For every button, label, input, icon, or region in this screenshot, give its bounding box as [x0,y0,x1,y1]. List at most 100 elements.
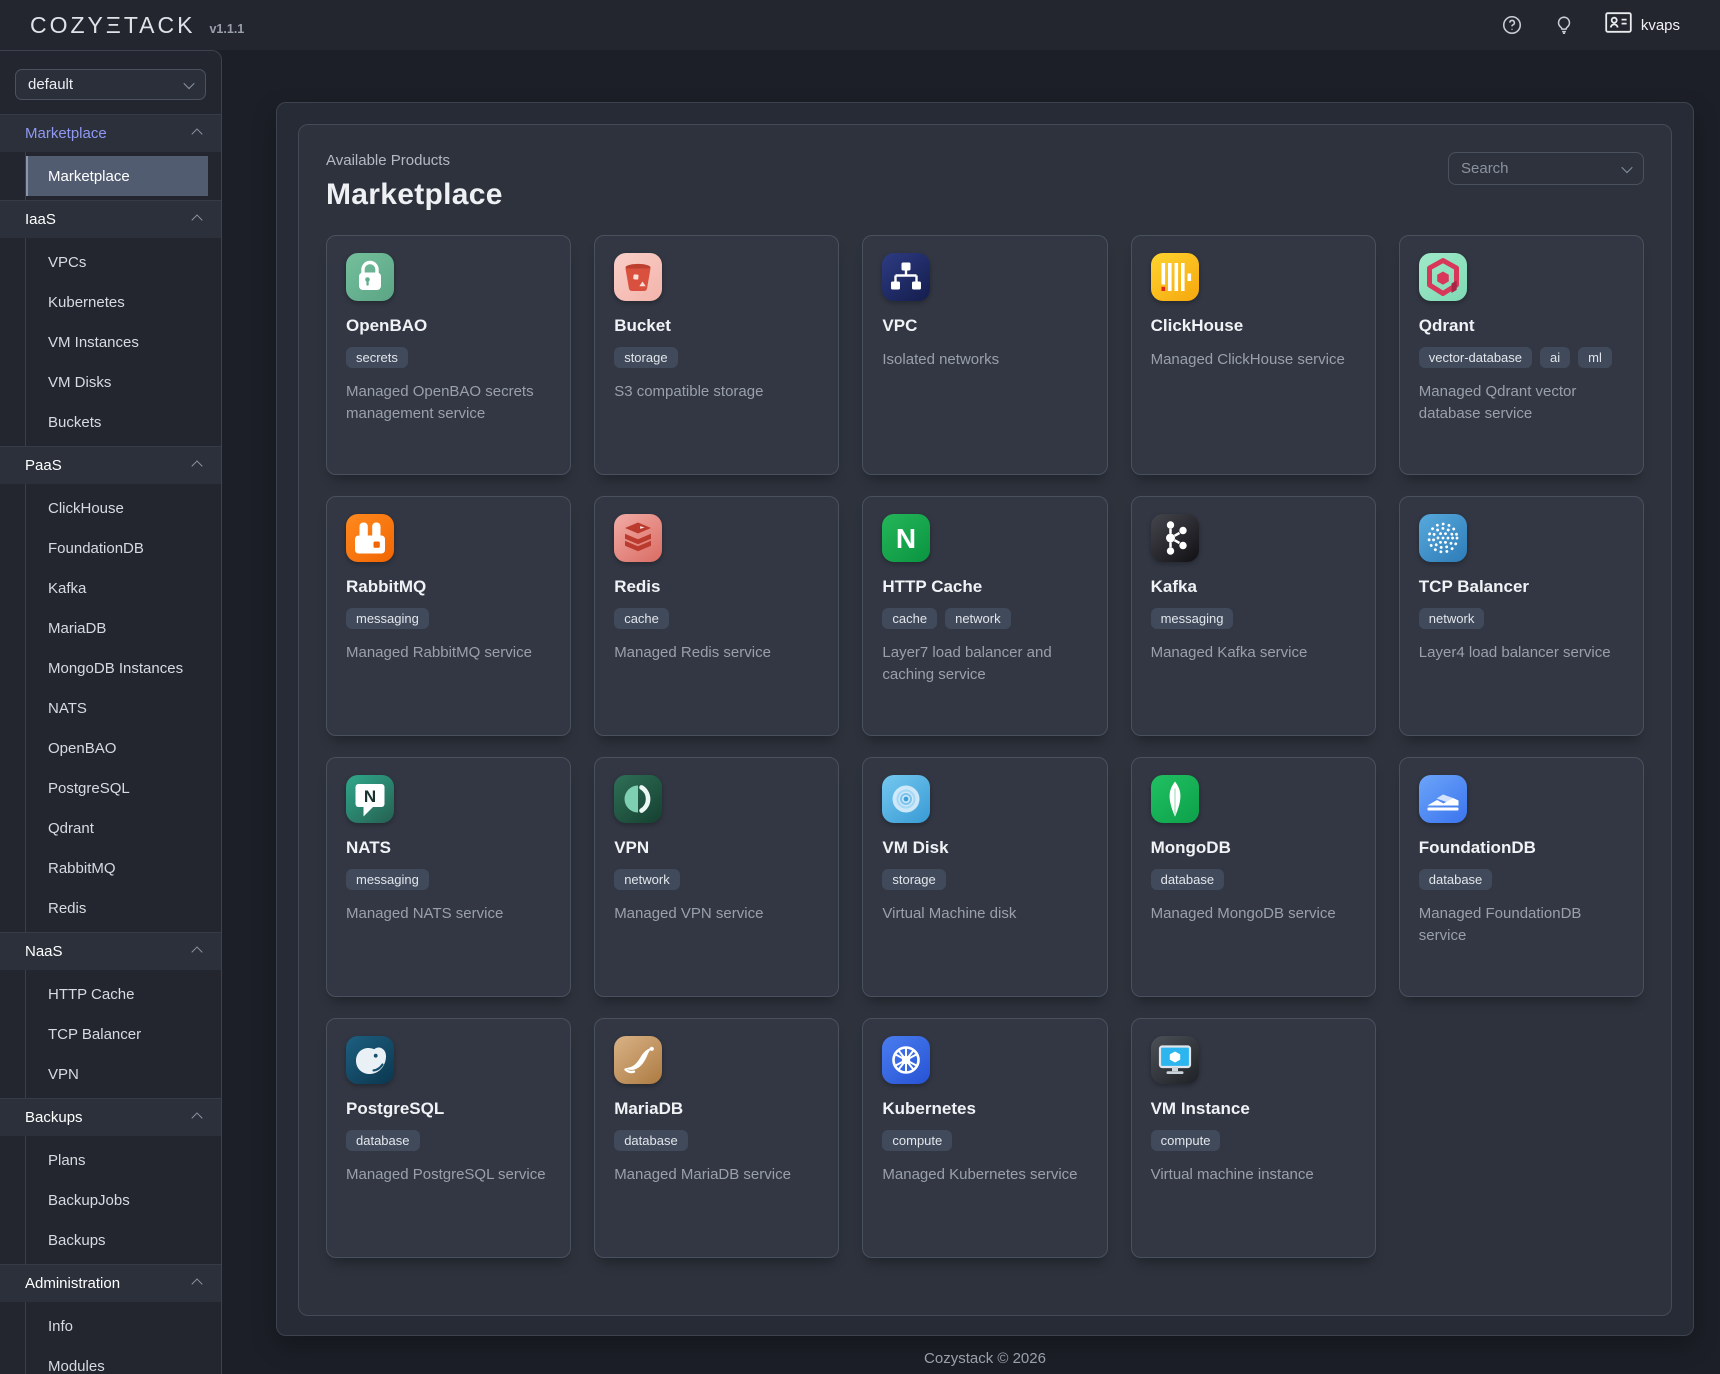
sidebar-item-qdrant[interactable]: Qdrant [25,808,208,848]
namespace-select[interactable]: default [15,69,206,100]
tag-badge: network [614,869,680,890]
product-card-mongodb[interactable]: MongoDB database Managed MongoDB service [1131,757,1376,997]
search-box[interactable] [1448,152,1644,185]
product-description: Managed FoundationDB service [1419,903,1624,947]
product-tags: cachenetwork [882,608,1087,629]
tag-badge: database [1151,869,1225,890]
product-description: Layer4 load balancer service [1419,642,1624,664]
sidebar-item-label: OpenBAO [48,740,116,757]
sidebar-item-kubernetes[interactable]: Kubernetes [25,282,208,322]
sidebar-section-naas[interactable]: NaaS [0,932,221,970]
kafka-icon [1151,514,1199,562]
product-description: Managed MariaDB service [614,1164,819,1186]
help-icon[interactable] [1501,14,1523,36]
sidebar-item-backupjobs[interactable]: BackupJobs [25,1180,208,1220]
sidebar-item-postgresql[interactable]: PostgreSQL [25,768,208,808]
sidebar-group: Plans BackupJobs Backups [25,1136,221,1264]
sidebar-item-redis[interactable]: Redis [25,888,208,928]
sidebar-item-label: Redis [48,900,86,917]
sidebar-item-vm-instances[interactable]: VM Instances [25,322,208,362]
sidebar-section-label: Administration [25,1275,120,1292]
product-tags: compute [1151,1130,1356,1151]
product-card-openbao[interactable]: OpenBAO secrets Managed OpenBAO secrets … [326,235,571,475]
main-area: Available Products Marketplace OpenBAO s… [222,50,1720,1367]
tag-badge: database [346,1130,420,1151]
app-logo: COZYΞTACK [30,12,195,39]
sidebar-nav: Marketplace Marketplace IaaS VPCs Kubern… [0,114,221,1374]
kubernetes-helm-icon [882,1036,930,1084]
sidebar-item-rabbitmq[interactable]: RabbitMQ [25,848,208,888]
sidebar-item-vpcs[interactable]: VPCs [25,242,208,282]
product-card-vm-instance[interactable]: VM Instance compute Virtual machine inst… [1131,1018,1376,1258]
user-menu[interactable]: kvaps [1605,12,1680,38]
product-card-vpc[interactable]: VPC Isolated networks [862,235,1107,475]
product-card-postgresql[interactable]: PostgreSQL database Managed PostgreSQL s… [326,1018,571,1258]
page-title: Marketplace [326,178,503,212]
sidebar-item-label: MariaDB [48,620,106,637]
sidebar-item-marketplace[interactable]: Marketplace [25,156,208,196]
product-tags: database [614,1130,819,1151]
product-card-bucket[interactable]: Bucket storage S3 compatible storage [594,235,839,475]
product-description: S3 compatible storage [614,381,819,403]
product-card-nats[interactable]: N NATS messaging Managed NATS service [326,757,571,997]
vm-disk-icon [882,775,930,823]
sidebar-item-tcp-balancer[interactable]: TCP Balancer [25,1014,208,1054]
product-description: Managed Kafka service [1151,642,1356,664]
product-description: Managed OpenBAO secrets management servi… [346,381,551,425]
tag-badge: secrets [346,347,408,368]
sidebar-item-vpn[interactable]: VPN [25,1054,208,1094]
chevron-up-icon [191,1112,202,1123]
sidebar-item-mariadb[interactable]: MariaDB [25,608,208,648]
sidebar-section-iaas[interactable]: IaaS [0,200,221,238]
sidebar-section-label: IaaS [25,211,56,228]
tag-badge: cache [614,608,669,629]
product-title: FoundationDB [1419,838,1624,858]
sidebar-item-buckets[interactable]: Buckets [25,402,208,442]
sidebar-item-info[interactable]: Info [25,1306,208,1346]
sidebar-item-plans[interactable]: Plans [25,1140,208,1180]
tag-badge: network [1419,608,1485,629]
product-card-qdrant[interactable]: Qdrant vector-databaseaiml Managed Qdran… [1399,235,1644,475]
sidebar-item-backups[interactable]: Backups [25,1220,208,1260]
sidebar-section-backups[interactable]: Backups [0,1098,221,1136]
product-tags: messaging [346,869,551,890]
sidebar-section-marketplace[interactable]: Marketplace [0,114,221,152]
product-card-foundationdb[interactable]: FoundationDB database Managed Foundation… [1399,757,1644,997]
sidebar-item-mongodb-instances[interactable]: MongoDB Instances [25,648,208,688]
sidebar-item-openbao[interactable]: OpenBAO [25,728,208,768]
product-title: Kubernetes [882,1099,1087,1119]
product-card-tcp-balancer[interactable]: TCP Balancer network Layer4 load balance… [1399,496,1644,736]
sidebar-group: ClickHouse FoundationDB Kafka MariaDB Mo… [25,484,221,932]
product-card-clickhouse[interactable]: ClickHouse Managed ClickHouse service [1131,235,1376,475]
product-card-mariadb[interactable]: MariaDB database Managed MariaDB service [594,1018,839,1258]
product-card-kubernetes[interactable]: Kubernetes compute Managed Kubernetes se… [862,1018,1107,1258]
sidebar-item-label: Kafka [48,580,86,597]
product-tags: cache [614,608,819,629]
sidebar-item-label: TCP Balancer [48,1026,141,1043]
product-card-http-cache[interactable]: N HTTP Cache cachenetwork Layer7 load ba… [862,496,1107,736]
search-input[interactable] [1449,153,1643,184]
product-title: MongoDB [1151,838,1356,858]
sidebar-item-vm-disks[interactable]: VM Disks [25,362,208,402]
sidebar-item-modules[interactable]: Modules [25,1346,208,1374]
theme-toggle-bulb-icon[interactable] [1553,14,1575,36]
product-card-vpn[interactable]: VPN network Managed VPN service [594,757,839,997]
product-title: VM Instance [1151,1099,1356,1119]
sidebar-section-administration[interactable]: Administration [0,1264,221,1302]
sidebar-item-nats[interactable]: NATS [25,688,208,728]
product-card-rabbitmq[interactable]: RabbitMQ messaging Managed RabbitMQ serv… [326,496,571,736]
product-card-kafka[interactable]: Kafka messaging Managed Kafka service [1131,496,1376,736]
sidebar-item-http-cache[interactable]: HTTP Cache [25,974,208,1014]
foundationdb-icon [1419,775,1467,823]
topbar-actions: kvaps [1501,12,1680,38]
sidebar-item-clickhouse[interactable]: ClickHouse [25,488,208,528]
product-title: VPC [882,316,1087,336]
sidebar-item-kafka[interactable]: Kafka [25,568,208,608]
product-card-redis[interactable]: Redis cache Managed Redis service [594,496,839,736]
product-title: Bucket [614,316,819,336]
sidebar-section-paas[interactable]: PaaS [0,446,221,484]
bucket-icon [614,253,662,301]
tcp-balancer-icon [1419,514,1467,562]
product-card-vm-disk[interactable]: VM Disk storage Virtual Machine disk [862,757,1107,997]
sidebar-item-foundationdb[interactable]: FoundationDB [25,528,208,568]
